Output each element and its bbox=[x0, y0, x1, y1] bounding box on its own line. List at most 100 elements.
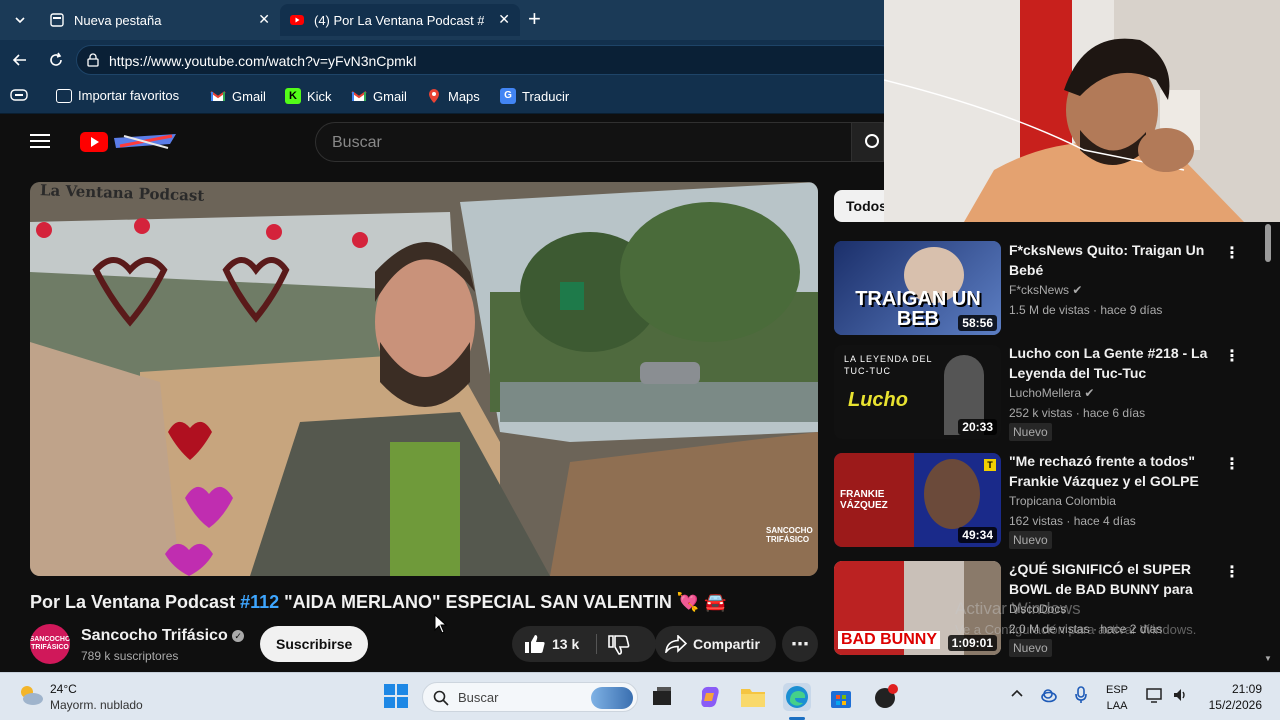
volume-icon[interactable] bbox=[1172, 687, 1188, 708]
search-icon bbox=[865, 134, 879, 148]
thumbnail-text: LA LEYENDA DEL TUC-TUC bbox=[844, 354, 933, 376]
bookmark-label: Maps bbox=[448, 88, 480, 104]
cloud-sync-icon[interactable] bbox=[1040, 687, 1058, 708]
copilot-button[interactable] bbox=[696, 683, 724, 711]
windows-logo-icon bbox=[384, 684, 408, 708]
microphone-icon[interactable] bbox=[1074, 686, 1088, 709]
suggestion-menu-button[interactable]: ⋮ bbox=[1224, 454, 1240, 474]
bookmark-label: Traducir bbox=[522, 88, 570, 104]
search-button[interactable] bbox=[851, 122, 884, 162]
video-title: Por La Ventana Podcast #112 "AIDA MERLAN… bbox=[30, 592, 820, 613]
suggestion-channel[interactable]: F*cksNews ✔ bbox=[1009, 280, 1214, 300]
network-icon[interactable] bbox=[1146, 687, 1164, 708]
guide-menu-button[interactable] bbox=[30, 132, 50, 155]
bookmark-kick[interactable]: K Kick bbox=[285, 88, 332, 104]
new-badge: Nuevo bbox=[1009, 531, 1052, 549]
suggestion-title[interactable]: F*cksNews Quito: Traigan Un Bebé bbox=[1009, 240, 1214, 280]
weather-widget[interactable] bbox=[18, 683, 44, 712]
new-tab-button[interactable]: + bbox=[528, 8, 541, 30]
like-count[interactable]: 13 k bbox=[552, 636, 579, 652]
taskbar-search[interactable]: Buscar bbox=[422, 682, 638, 712]
edge-button[interactable] bbox=[783, 683, 811, 711]
reload-button[interactable] bbox=[44, 48, 68, 72]
start-button[interactable] bbox=[383, 683, 409, 714]
channel-name-text[interactable]: Sancocho Trifásico bbox=[81, 627, 228, 644]
video-frame bbox=[30, 182, 818, 576]
suggestion-item[interactable]: "Me rechazó frente a todos" Frankie Vázq… bbox=[1009, 451, 1214, 549]
keyboard-layout: LAA bbox=[1106, 700, 1128, 712]
suggestion-title[interactable]: "Me rechazó frente a todos" Frankie Vázq… bbox=[1009, 451, 1214, 491]
youtube-logo[interactable] bbox=[80, 130, 180, 154]
verified-icon: ✔ bbox=[1072, 283, 1083, 297]
url-text[interactable]: https://www.youtube.com/watch?v=yFvN3nCp… bbox=[109, 53, 417, 69]
activate-windows-title: Activar Windows bbox=[955, 599, 1081, 618]
channel-label[interactable]: F*cksNews bbox=[1009, 283, 1069, 297]
suggestion-menu-button[interactable]: ⋮ bbox=[1224, 346, 1240, 366]
tab-list-button[interactable] bbox=[6, 7, 34, 33]
suggestion-item[interactable]: F*cksNews Quito: Traigan Un Bebé F*cksNe… bbox=[1009, 240, 1214, 320]
language-code: ESP bbox=[1106, 684, 1129, 696]
back-button[interactable] bbox=[8, 48, 32, 72]
bookmark-maps[interactable]: Maps bbox=[426, 88, 480, 104]
close-tab-icon[interactable]: ✕ bbox=[498, 11, 510, 28]
channel-label[interactable]: LuchoMellera bbox=[1009, 386, 1081, 400]
suggestion-title[interactable]: Lucho con La Gente #218 - La Leyenda del… bbox=[1009, 343, 1214, 383]
chip-label: Todos bbox=[846, 198, 887, 214]
channel-name[interactable]: Sancocho Trifásico ✓ bbox=[81, 627, 245, 645]
speaker-icon bbox=[1174, 689, 1185, 701]
dislike-button[interactable] bbox=[608, 635, 630, 658]
suggestion-item[interactable]: Lucho con La Gente #218 - La Leyenda del… bbox=[1009, 343, 1214, 441]
share-button[interactable]: Compartir bbox=[655, 626, 776, 662]
suggestion-thumbnail[interactable]: FRANKIE VÁZQUEZ T 49:34 bbox=[834, 453, 1001, 547]
suggestion-channel[interactable]: Tropicana Colombia bbox=[1009, 491, 1214, 511]
like-button[interactable] bbox=[524, 634, 546, 657]
bookmark-label: Importar favoritos bbox=[78, 88, 180, 103]
file-explorer-button[interactable] bbox=[739, 683, 767, 711]
reading-view-button[interactable] bbox=[10, 88, 28, 102]
address-bar[interactable]: https://www.youtube.com/watch?v=yFvN3nCp… bbox=[76, 45, 896, 75]
more-actions-button[interactable]: ⋯ bbox=[782, 626, 818, 662]
suggestion-menu-button[interactable]: ⋮ bbox=[1224, 562, 1240, 582]
store-button[interactable] bbox=[827, 683, 855, 711]
clock-date: 15/2/2026 bbox=[1208, 698, 1262, 712]
bookmark-gmail-2[interactable]: Gmail bbox=[351, 88, 407, 104]
suggestion-thumbnail[interactable]: LA LEYENDA DEL TUC-TUC Lucho 20:33 bbox=[834, 345, 1001, 439]
suggestion-title[interactable]: ¿QUÉ SIGNIFICÓ el SUPER BOWL de BAD BUNN… bbox=[1009, 559, 1214, 599]
video-duration: 49:34 bbox=[958, 527, 997, 543]
hamburger-menu-icon bbox=[30, 134, 50, 148]
search-icon bbox=[433, 690, 449, 706]
system-clock[interactable]: 21:09 15/2/2026 bbox=[1198, 681, 1262, 713]
channel-avatar[interactable]: SANCOCHO TRIFÁSICO bbox=[30, 624, 70, 664]
video-hashtag-link[interactable]: #112 bbox=[240, 592, 279, 612]
folder-icon bbox=[741, 689, 765, 707]
verified-icon: ✓ bbox=[232, 630, 245, 642]
bookmark-gmail[interactable]: Gmail bbox=[210, 88, 266, 104]
bookmarks-bar: Importar favoritos Gmail K Kick Gmail Ma… bbox=[0, 80, 884, 114]
show-hidden-icons-button[interactable] bbox=[1010, 687, 1024, 704]
chat-app-button[interactable] bbox=[871, 683, 899, 711]
video-player[interactable]: La Ventana Podcast SANCOCHO TRIFÁSICO bbox=[30, 182, 818, 576]
browser-toolbar: https://www.youtube.com/watch?v=yFvN3nCp… bbox=[0, 40, 896, 80]
subscribe-button[interactable]: Suscribirse bbox=[260, 626, 369, 662]
more-icon: ⋯ bbox=[791, 633, 809, 654]
kick-icon: K bbox=[285, 88, 301, 104]
tab-new-tab[interactable]: Nueva pestaña ✕ bbox=[40, 4, 280, 36]
weather-text[interactable]: 24°C Mayorm. nublado bbox=[50, 681, 143, 713]
suggestion-channel[interactable]: LuchoMellera ✔ bbox=[1009, 383, 1214, 403]
task-view-button[interactable] bbox=[648, 683, 676, 711]
tab-youtube-active[interactable]: (4) Por La Ventana Podcast #112 "AIDA ME… bbox=[280, 4, 520, 36]
suggestion-menu-button[interactable]: ⋮ bbox=[1224, 243, 1240, 263]
suggestions-scrollbar[interactable]: ▼ bbox=[1262, 222, 1274, 666]
input-language[interactable]: ESP LAA bbox=[1106, 682, 1128, 714]
site-info-icon[interactable] bbox=[87, 53, 99, 67]
suggestion-thumbnail[interactable]: TRAIGAN UN BEB 58:56 bbox=[834, 241, 1001, 335]
webcam-feed bbox=[884, 0, 1280, 222]
tab-label: Nueva pestaña bbox=[74, 12, 162, 28]
thumbs-up-icon bbox=[525, 635, 545, 653]
search-input[interactable]: Buscar bbox=[315, 122, 855, 162]
bookmark-import-favorites[interactable]: Importar favoritos bbox=[56, 88, 179, 103]
scroll-down-icon[interactable]: ▼ bbox=[1264, 654, 1272, 663]
scrollbar-thumb[interactable] bbox=[1265, 224, 1271, 262]
close-tab-icon[interactable]: ✕ bbox=[258, 11, 270, 28]
bookmark-translate[interactable]: G Traducir bbox=[500, 88, 569, 104]
